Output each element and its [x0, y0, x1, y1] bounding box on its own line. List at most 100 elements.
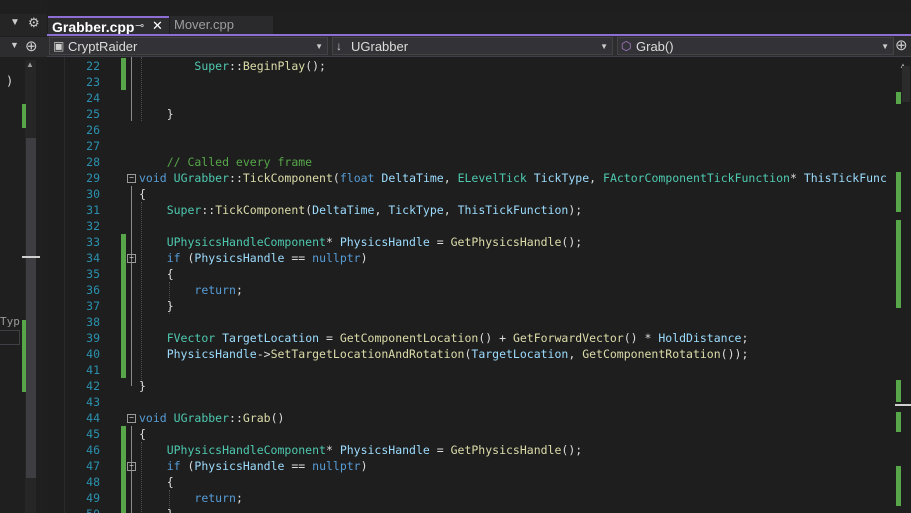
scrollbar-thumb[interactable] — [26, 138, 36, 478]
code-text: Super::TickComponent(DeltaTime, TickType… — [166, 203, 583, 217]
code-editor[interactable]: 22 Super::BeginPlay(); 23 24 25 } 26 27 28 // … — [47, 57, 895, 513]
close-icon[interactable]: ✕ — [152, 18, 163, 34]
change-marker — [121, 298, 126, 314]
navigation-bar: ▣ CryptRaider ▼ ↓ UGrabber ▼ ⬡ Grab() ▼ … — [47, 36, 911, 57]
change-marker — [121, 442, 126, 458]
change-marker — [121, 474, 126, 490]
left-change-marker — [22, 104, 26, 128]
code-text: { — [139, 427, 146, 441]
left-panel-toolbar: ▼ ⚙ — [0, 14, 47, 36]
code-text: { — [139, 187, 146, 201]
project-name: CryptRaider — [68, 39, 138, 54]
scroll-position-line — [895, 404, 911, 406]
scope-arrow-icon: ↓ — [336, 39, 342, 53]
left-panel-code-fragment: ) — [6, 74, 14, 88]
code-text: } — [139, 506, 174, 513]
line-number: 25 — [86, 107, 100, 121]
chevron-down-icon[interactable]: ▼ — [10, 40, 19, 50]
line-number: 23 — [86, 75, 100, 89]
line-number: 42 — [86, 379, 100, 393]
chevron-down-icon[interactable]: ▼ — [10, 17, 20, 28]
scope-dropdown[interactable]: ↓ UGrabber ▼ — [332, 37, 613, 55]
line-number: 43 — [86, 395, 100, 409]
line-number: 35 — [86, 267, 100, 281]
code-text: UPhysicsHandleComponent* PhysicsHandle =… — [166, 443, 583, 457]
line-number: 46 — [86, 443, 100, 457]
line-number: 44 — [86, 411, 100, 425]
overview-change-marker — [896, 380, 901, 402]
gear-icon[interactable]: ⚙ — [28, 15, 40, 31]
change-marker — [121, 74, 126, 90]
scrollbar-thumb[interactable] — [902, 66, 910, 102]
code-text: void UGrabber::Grab() — [139, 411, 285, 425]
member-name: Grab() — [636, 39, 674, 54]
collapse-icon[interactable]: − — [127, 254, 136, 263]
left-panel-scrollbar[interactable]: ▲ — [25, 60, 36, 513]
scope-name: UGrabber — [351, 39, 409, 54]
change-marker — [121, 234, 126, 250]
collapse-icon[interactable]: − — [127, 462, 136, 471]
line-number: 45 — [86, 427, 100, 441]
code-text: FVector TargetLocation = GetComponentLoc… — [166, 331, 749, 345]
line-number: 26 — [86, 123, 100, 137]
tab-label: Mover.cpp — [174, 17, 234, 32]
code-text: return; — [194, 491, 243, 505]
collapse-icon[interactable]: − — [127, 174, 136, 183]
change-marker — [121, 314, 126, 330]
line-number: 33 — [86, 235, 100, 249]
change-marker — [121, 330, 126, 346]
project-dropdown[interactable]: ▣ CryptRaider ▼ — [49, 37, 328, 55]
line-number: 39 — [86, 331, 100, 345]
change-marker — [121, 506, 126, 513]
line-number: 27 — [86, 139, 100, 153]
line-number: 48 — [86, 475, 100, 489]
project-icon: ▣ — [53, 39, 65, 53]
change-marker — [121, 58, 126, 74]
line-number: 47 — [86, 459, 100, 473]
member-dropdown[interactable]: ⬡ Grab() ▼ — [617, 37, 894, 55]
line-number: 31 — [86, 203, 100, 217]
left-panel-highlight-box — [0, 330, 20, 345]
method-cube-icon: ⬡ — [621, 39, 632, 53]
scroll-up-icon[interactable]: ▲ — [26, 60, 34, 69]
code-text: if (PhysicsHandle == nullptr) — [166, 459, 368, 473]
code-text: // Called every frame — [139, 155, 313, 169]
chevron-down-icon: ▼ — [315, 42, 323, 51]
line-number: 29 — [86, 171, 100, 185]
split-view-icon[interactable]: ⊕ — [25, 37, 38, 55]
left-panel-typ-fragment: Typ — [0, 315, 20, 328]
chevron-down-icon: ▼ — [600, 42, 608, 51]
collapse-icon[interactable]: − — [127, 414, 136, 423]
overview-change-marker — [896, 220, 901, 308]
code-text: if (PhysicsHandle == nullptr) — [166, 251, 368, 265]
left-change-marker — [22, 320, 26, 392]
left-scroll-position-line — [22, 256, 40, 258]
change-marker — [121, 490, 126, 506]
code-text: void UGrabber::TickComponent(float Delta… — [139, 171, 887, 185]
split-view-icon[interactable]: ⊕ — [895, 36, 908, 54]
code-text: { — [139, 267, 174, 281]
change-marker — [121, 282, 126, 298]
overview-change-marker — [896, 92, 901, 104]
change-marker — [121, 346, 126, 362]
change-marker — [121, 266, 126, 282]
pin-icon[interactable]: ⊸ — [135, 19, 144, 32]
change-marker — [121, 250, 126, 266]
line-number: 24 — [86, 91, 100, 105]
change-marker — [121, 458, 126, 474]
code-text: Super::BeginPlay(); — [194, 59, 326, 73]
line-number: 28 — [86, 155, 100, 169]
line-number: 32 — [86, 219, 100, 233]
change-marker — [121, 426, 126, 442]
code-text: } — [139, 299, 174, 313]
line-number: 22 — [86, 59, 100, 73]
line-number: 30 — [86, 187, 100, 201]
line-number: 34 — [86, 251, 100, 265]
overview-change-marker — [896, 412, 901, 432]
tab-grabber-cpp[interactable]: Grabber.cpp ⊸ ✕ — [48, 16, 169, 35]
code-text: } — [139, 107, 174, 121]
fold-bracket — [131, 266, 132, 314]
tab-mover-cpp[interactable]: Mover.cpp — [170, 16, 273, 35]
overview-change-marker — [896, 466, 901, 506]
line-number: 37 — [86, 299, 100, 313]
